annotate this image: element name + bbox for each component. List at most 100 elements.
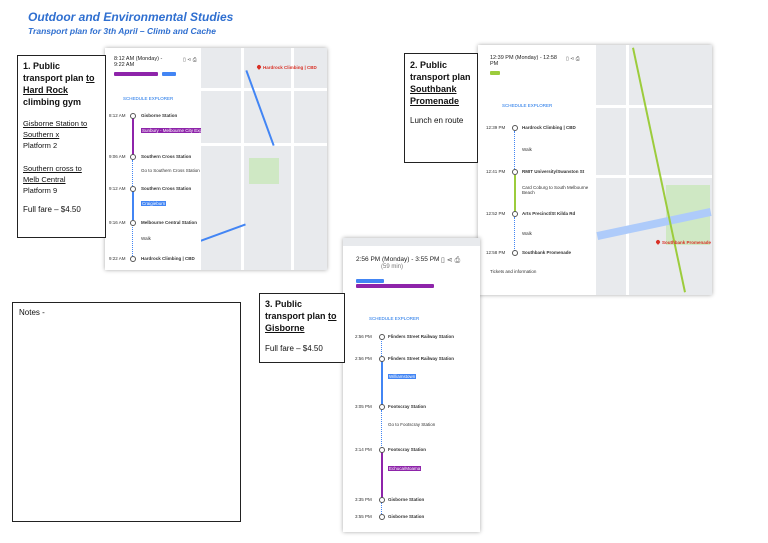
stop-name: Walk	[522, 231, 532, 236]
stop-dot	[130, 256, 136, 262]
map-road	[201, 88, 327, 91]
plan-heading: 2. Public transport plan Southbank Prome…	[410, 59, 472, 107]
window-bar	[343, 238, 480, 246]
destination-label: Southbank Promenade	[662, 240, 712, 245]
stop-dot	[379, 514, 385, 520]
map-road	[291, 48, 294, 270]
stop-dot	[379, 497, 385, 503]
notes-label: Notes -	[19, 308, 45, 317]
destination-pin	[655, 239, 661, 245]
route-screenshot-3: 2:56 PM (Monday) - 3:55 PM (59 min) ▯ ⋖ …	[343, 238, 480, 532]
destination-label: Hardrock Climbing | CBD	[263, 65, 317, 70]
stop-time: 9:12 AM	[109, 186, 126, 191]
stop-name: RMIT University/Swanston St	[522, 169, 585, 174]
stop-time: 9:06 AM	[109, 154, 126, 159]
stop-name: Echuca/Moama	[388, 466, 422, 471]
walk-line	[514, 217, 515, 251]
notes-box[interactable]: Notes -	[12, 302, 241, 522]
plan-heading-text: 2. Public transport plan	[410, 60, 471, 82]
stop-time: 9:22 AM	[109, 256, 126, 261]
stop-time: 9:16 AM	[109, 220, 126, 225]
stop-dot	[130, 220, 136, 226]
plan-heading: 1. Public transport plan to Hard Rock cl…	[23, 60, 100, 108]
route-line	[381, 360, 383, 408]
stop-dot	[512, 169, 518, 175]
map-view[interactable]: Hardrock Climbing | CBD	[201, 48, 327, 270]
map-view[interactable]: Southbank Promenade	[596, 45, 712, 295]
stop-name: Southern Cross Station	[141, 186, 192, 191]
stop-name: Go to Footscray Station	[388, 422, 436, 427]
stop-name: Footscray Station	[388, 447, 427, 452]
trip-time: 8:12 AM (Monday) - 9:22 AM	[114, 56, 163, 68]
stop-time: 2:56 PM	[355, 356, 372, 361]
leg-1-platform: Platform 2	[23, 141, 58, 150]
stop-time: 12:58 PM	[486, 250, 506, 255]
schedule-explorer-link[interactable]: SCHEDULE EXPLORER	[369, 316, 419, 321]
trip-time: 2:56 PM (Monday) - 3:55 PM	[356, 256, 440, 263]
stop-time: 8:12 AM	[109, 113, 126, 118]
share-icon[interactable]: ▯ ⋖ ⎙	[441, 256, 460, 265]
transport-plan-2: 2. Public transport plan Southbank Prome…	[404, 53, 478, 163]
leg-1: Gisborne Station to Southern x	[23, 119, 88, 139]
schedule-explorer-link[interactable]: SCHEDULE EXPLORER	[502, 103, 552, 108]
plan-note: Lunch en route	[410, 116, 464, 125]
trip-duration: (59 min)	[381, 264, 404, 270]
stop-time: 3:05 PM	[355, 404, 372, 409]
stop-name: Footscray Station	[388, 404, 427, 409]
stop-dot	[130, 154, 136, 160]
fare-text: Full fare – $4.50	[23, 205, 81, 214]
stop-time: 12:41 PM	[486, 169, 506, 174]
share-icon[interactable]: ▯ ⋖ ⎙	[566, 56, 580, 62]
stop-dot	[379, 356, 385, 362]
route-line	[514, 175, 516, 213]
map-route	[201, 223, 246, 243]
stop-name: Southbank Promenade	[522, 250, 572, 255]
map-park	[249, 158, 279, 184]
stop-name: Hardrock Climbing | CBD	[141, 256, 195, 261]
share-icon[interactable]: ▯ ⋖ ⎙	[183, 57, 197, 63]
route-chip	[162, 72, 176, 76]
route-line	[132, 190, 134, 220]
stop-name: Williamstown	[388, 374, 417, 379]
route-chip	[490, 71, 500, 75]
route-chip	[114, 72, 158, 76]
stop-name: Walk	[141, 236, 151, 241]
fare-text: Full fare – $4.50	[265, 344, 323, 353]
stop-name: Southern Cross Station	[141, 154, 192, 159]
transport-plan-3: 3. Public transport plan to Gisborne Ful…	[259, 293, 345, 363]
route-chip	[356, 284, 434, 288]
leg-2: Southern cross to Melb Central	[23, 164, 82, 184]
stop-name: Go to Southern Cross Station	[141, 168, 200, 173]
stop-name: Hardrock Climbing | CBD	[522, 125, 576, 130]
destination-pin	[256, 64, 262, 70]
plan-heading-text: 1. Public transport plan	[23, 61, 87, 83]
route-line	[132, 116, 134, 156]
map-road	[596, 105, 712, 108]
stop-time: 3:14 PM	[355, 447, 372, 452]
stop-dot	[130, 113, 136, 119]
stop-dot	[379, 404, 385, 410]
walk-line	[381, 410, 382, 448]
walk-line	[381, 338, 382, 356]
stop-dot	[512, 211, 518, 217]
stop-name: Flinders Street Railway Station	[388, 356, 455, 361]
schedule-explorer-link[interactable]: SCHEDULE EXPLORER	[123, 96, 173, 101]
stop-name: Gisborne Station	[388, 497, 425, 502]
document-title: Outdoor and Environmental Studies	[28, 10, 234, 24]
stop-dot	[512, 250, 518, 256]
stop-name: Card Coburg to South Melbourne Beach	[522, 185, 589, 195]
map-route	[245, 70, 275, 146]
stop-dot	[130, 186, 136, 192]
walk-line	[132, 160, 133, 188]
route-line	[381, 450, 383, 500]
stop-name: Gisborne Station	[141, 113, 178, 118]
map-road	[241, 48, 244, 270]
stop-name: Arts Precinct/St Kilda Rd	[522, 211, 576, 216]
plan-heading-text: 3. Public transport plan	[265, 299, 329, 321]
stop-time: 3:55 PM	[355, 514, 372, 519]
transport-plan-1: 1. Public transport plan to Hard Rock cl…	[17, 55, 106, 238]
stop-name: Walk	[522, 147, 532, 152]
stop-dot	[512, 125, 518, 131]
stop-name: Gisborne Station	[388, 514, 425, 519]
route-screenshot-1: 8:12 AM (Monday) - 9:22 AM ▯ ⋖ ⎙ SCHEDUL…	[105, 48, 327, 270]
